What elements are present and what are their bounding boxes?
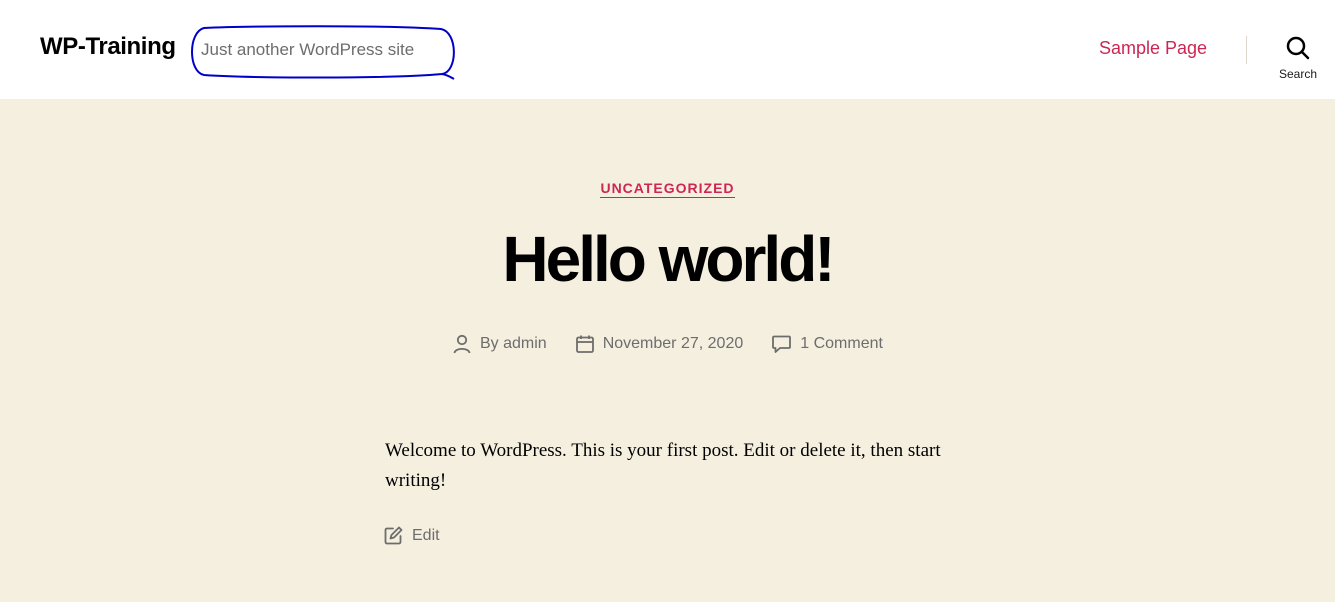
search-toggle-button[interactable]: Search bbox=[1270, 36, 1326, 88]
comment-icon bbox=[772, 335, 792, 353]
tagline-annotation-circle bbox=[191, 25, 455, 80]
post-title[interactable]: Hello world! bbox=[0, 227, 1335, 291]
site-header: WP-Training Just another WordPress site … bbox=[0, 0, 1335, 99]
post-hero: UNCATEGORIZED Hello world! By admin Nove… bbox=[0, 99, 1335, 602]
search-label: Search bbox=[1278, 67, 1318, 81]
post-comments: 1 Comment bbox=[772, 335, 883, 353]
post-date: November 27, 2020 bbox=[575, 335, 744, 353]
site-title-link[interactable]: WP-Training bbox=[40, 33, 176, 61]
post-excerpt: Welcome to WordPress. This is your first… bbox=[385, 440, 941, 491]
calendar-icon bbox=[575, 335, 594, 353]
edit-icon bbox=[384, 526, 403, 545]
user-icon bbox=[453, 334, 471, 354]
category-link[interactable]: UNCATEGORIZED bbox=[600, 180, 735, 198]
comments-link[interactable]: 1 Comment bbox=[800, 335, 883, 353]
post-author: By admin bbox=[453, 334, 547, 354]
nav-divider bbox=[1246, 36, 1247, 64]
search-icon bbox=[1286, 36, 1310, 60]
post-category: UNCATEGORIZED bbox=[0, 180, 1335, 198]
nav-link-sample-page[interactable]: Sample Page bbox=[1099, 38, 1207, 59]
author-link[interactable]: By admin bbox=[480, 335, 547, 353]
edit-label: Edit bbox=[412, 526, 440, 544]
date-link[interactable]: November 27, 2020 bbox=[603, 335, 744, 353]
post-meta: By admin November 27, 2020 1 Comment bbox=[453, 332, 883, 356]
edit-post-link[interactable]: Edit bbox=[384, 526, 440, 545]
